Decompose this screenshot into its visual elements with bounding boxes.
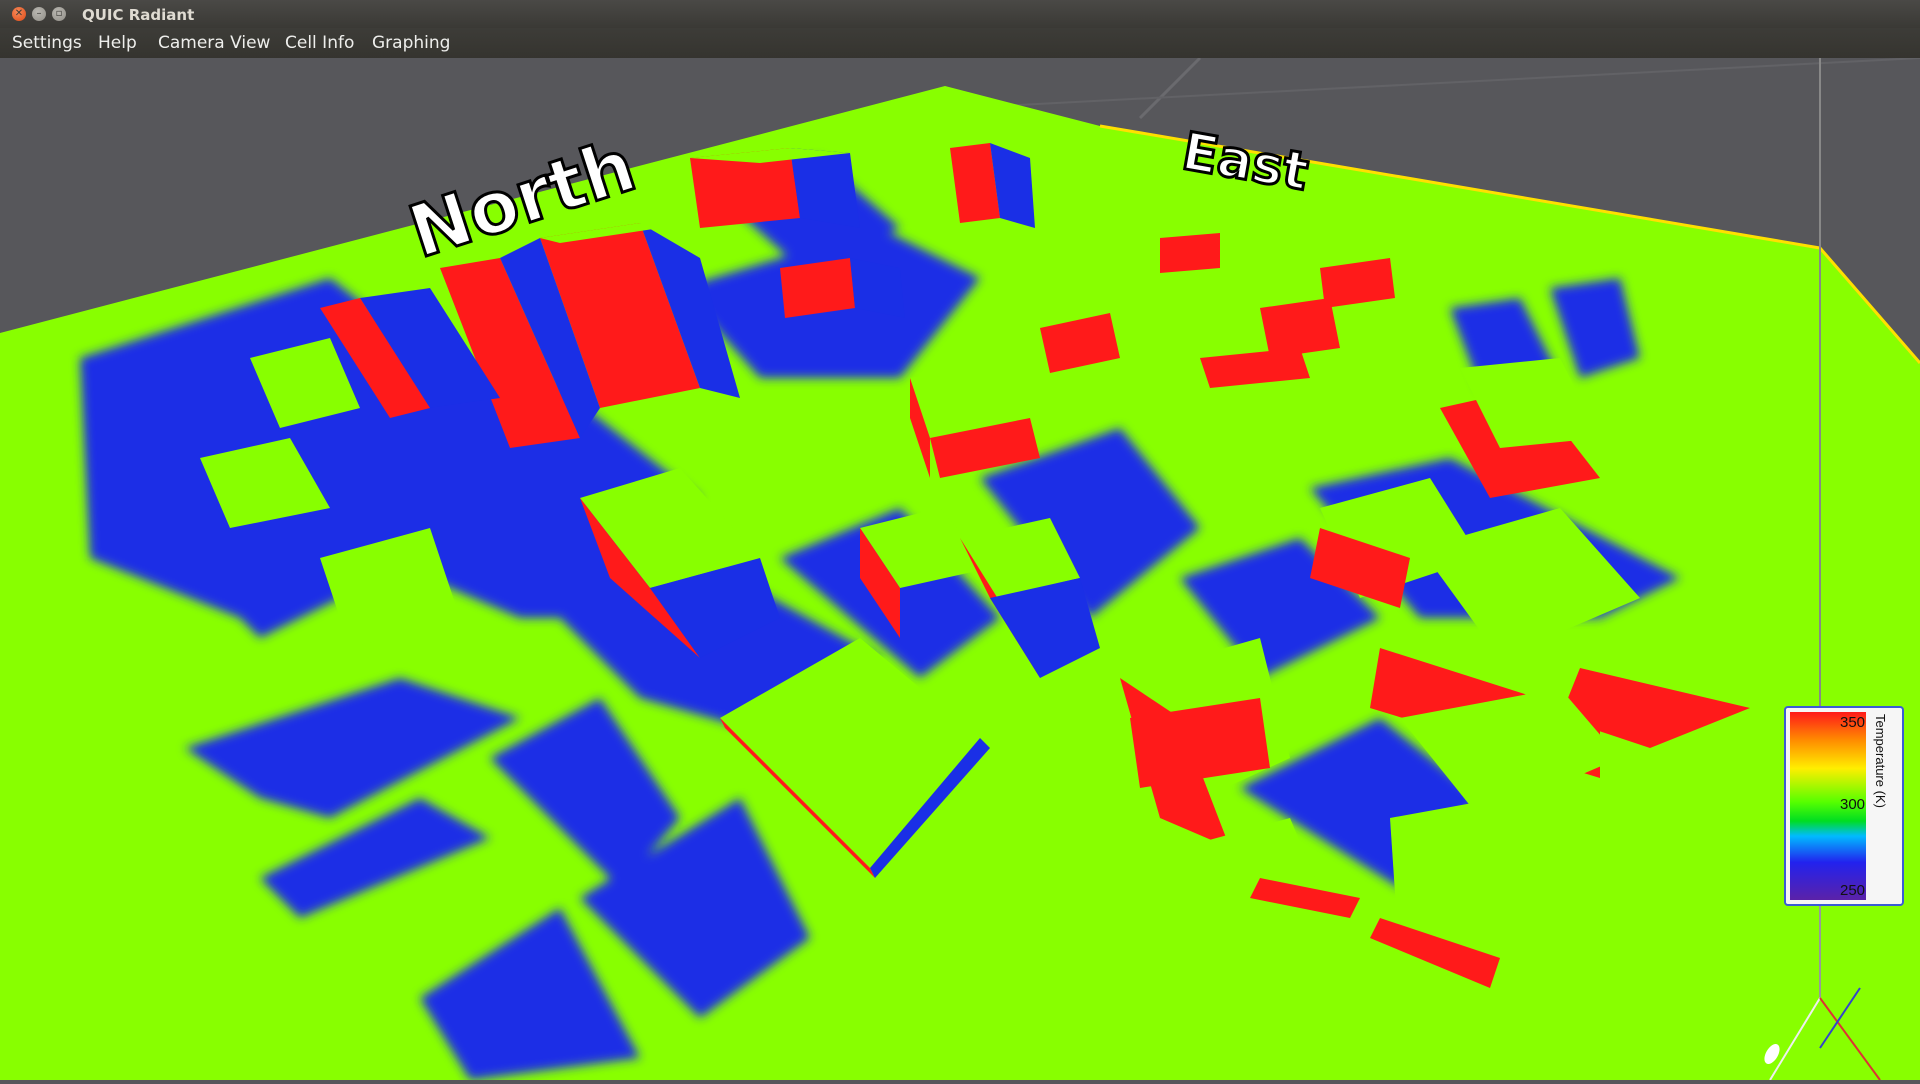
maximize-icon[interactable]: ▫ — [52, 7, 66, 21]
color-scale-bar: 350 300 250 — [1790, 712, 1866, 900]
window-title: QUIC Radiant — [82, 6, 195, 24]
legend-tick-mid: 300 — [1840, 796, 1866, 813]
scene-render: North East — [0, 56, 1920, 1081]
menu-cell-info[interactable]: Cell Info — [285, 33, 354, 53]
close-icon[interactable]: ✕ — [12, 7, 26, 21]
title-bar: ✕ – ▫ QUIC Radiant — [0, 0, 1920, 28]
menu-help[interactable]: Help — [98, 33, 137, 53]
legend-tick-min: 250 — [1840, 882, 1866, 899]
temperature-legend: 350 300 250 Temperature (K) — [1784, 706, 1904, 906]
menu-camera-view[interactable]: Camera View — [158, 33, 270, 53]
3d-viewport[interactable]: North East 350 300 250 Temperature (K) — [0, 56, 1920, 1081]
menu-settings[interactable]: Settings — [12, 33, 82, 53]
legend-title: Temperature (K) — [1873, 714, 1888, 808]
minimize-icon[interactable]: – — [32, 7, 46, 21]
menu-graphing[interactable]: Graphing — [372, 33, 450, 53]
legend-tick-max: 350 — [1840, 714, 1866, 731]
menu-bar: Settings Help Camera View Cell Info Grap… — [0, 28, 1920, 58]
